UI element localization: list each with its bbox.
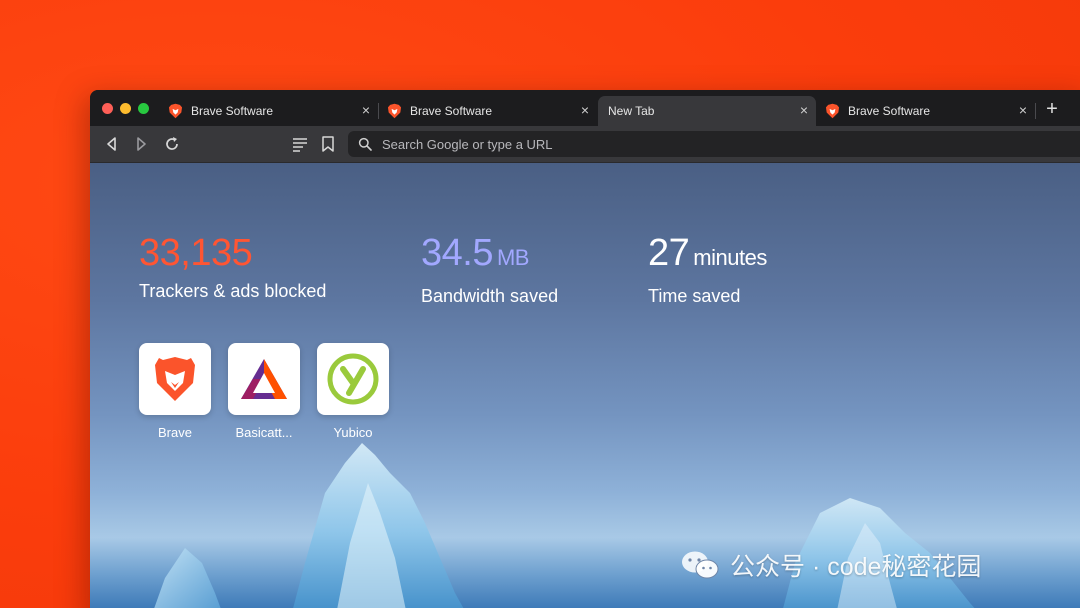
tab-brave-software-1[interactable]: Brave Software × (160, 96, 378, 126)
tab-title: Brave Software (848, 104, 931, 118)
top-site-basicattention[interactable]: Basicatt... (228, 343, 300, 440)
bandwidth-saved-unit: MB (496, 245, 530, 270)
top-site-tile[interactable] (139, 343, 211, 415)
bandwidth-saved-label: Bandwidth saved (421, 286, 559, 306)
watermark: 公众号 · code秘密花园 (680, 547, 981, 583)
reload-icon[interactable] (162, 134, 182, 154)
top-site-brave[interactable]: Brave (139, 343, 211, 440)
yubico-icon (327, 353, 379, 405)
tab-title: Brave Software (191, 104, 274, 118)
tab-title: New Tab (608, 104, 655, 118)
time-saved-unit: minutes (693, 245, 767, 270)
search-icon (358, 137, 372, 151)
top-site-label: Yubico (333, 425, 373, 440)
toolbar (90, 126, 1080, 163)
close-tab-icon[interactable]: × (362, 103, 370, 117)
time-saved-label: Time saved (648, 286, 741, 306)
wechat-icon (682, 551, 719, 579)
bandwidth-saved-value: 34.5 (421, 232, 493, 274)
reader-mode-icon[interactable] (290, 134, 310, 154)
bat-triangle-icon (241, 359, 287, 399)
top-site-yubico[interactable]: Yubico (317, 343, 389, 440)
desktop-background: Brave Software × Brave Software × New Ta… (0, 0, 1080, 608)
brave-lion-icon (168, 103, 183, 119)
close-tab-icon[interactable]: × (800, 103, 808, 117)
new-tab-page: 33,135 Trackers & ads blocked 34.5 MB Ban… (90, 163, 1080, 608)
back-icon[interactable] (102, 134, 122, 154)
address-bar[interactable] (348, 131, 1080, 157)
new-tab-button[interactable]: + (1042, 99, 1062, 119)
trackers-blocked-label: Trackers & ads blocked (139, 281, 327, 301)
close-tab-icon[interactable]: × (581, 103, 589, 117)
tab-divider (1035, 103, 1036, 119)
watermark-text: 公众号 · code秘密花园 (730, 553, 982, 581)
tab-title: Brave Software (410, 104, 493, 118)
tab-brave-software-3[interactable]: Brave Software × (817, 96, 1035, 126)
trackers-blocked-count: 33,135 (139, 232, 253, 274)
zoom-window-button[interactable] (138, 103, 149, 114)
top-site-tile[interactable] (228, 343, 300, 415)
brave-lion-icon (387, 103, 402, 119)
top-site-label: Brave (158, 425, 192, 440)
tab-strip: Brave Software × Brave Software × New Ta… (90, 90, 1080, 126)
brave-lion-icon (155, 357, 195, 401)
forward-icon[interactable] (131, 134, 151, 154)
top-site-tile[interactable] (317, 343, 389, 415)
close-window-button[interactable] (102, 103, 113, 114)
bookmark-icon[interactable] (318, 134, 338, 154)
trackers-blocked-stat: 33,135 Trackers & ads blocked (139, 233, 326, 302)
time-saved-stat: 27 minutes Time saved (648, 233, 767, 307)
top-site-label: Basicatt... (235, 425, 293, 440)
close-tab-icon[interactable]: × (1019, 103, 1027, 117)
search-input[interactable] (380, 135, 984, 153)
browser-window: Brave Software × Brave Software × New Ta… (90, 90, 1080, 608)
tab-new-tab[interactable]: New Tab × (598, 96, 816, 126)
minimize-window-button[interactable] (120, 103, 131, 114)
time-saved-value: 27 (648, 232, 690, 274)
brave-lion-icon (825, 103, 840, 119)
tab-brave-software-2[interactable]: Brave Software × (379, 96, 597, 126)
bandwidth-saved-stat: 34.5 MB Bandwidth saved (421, 233, 558, 307)
